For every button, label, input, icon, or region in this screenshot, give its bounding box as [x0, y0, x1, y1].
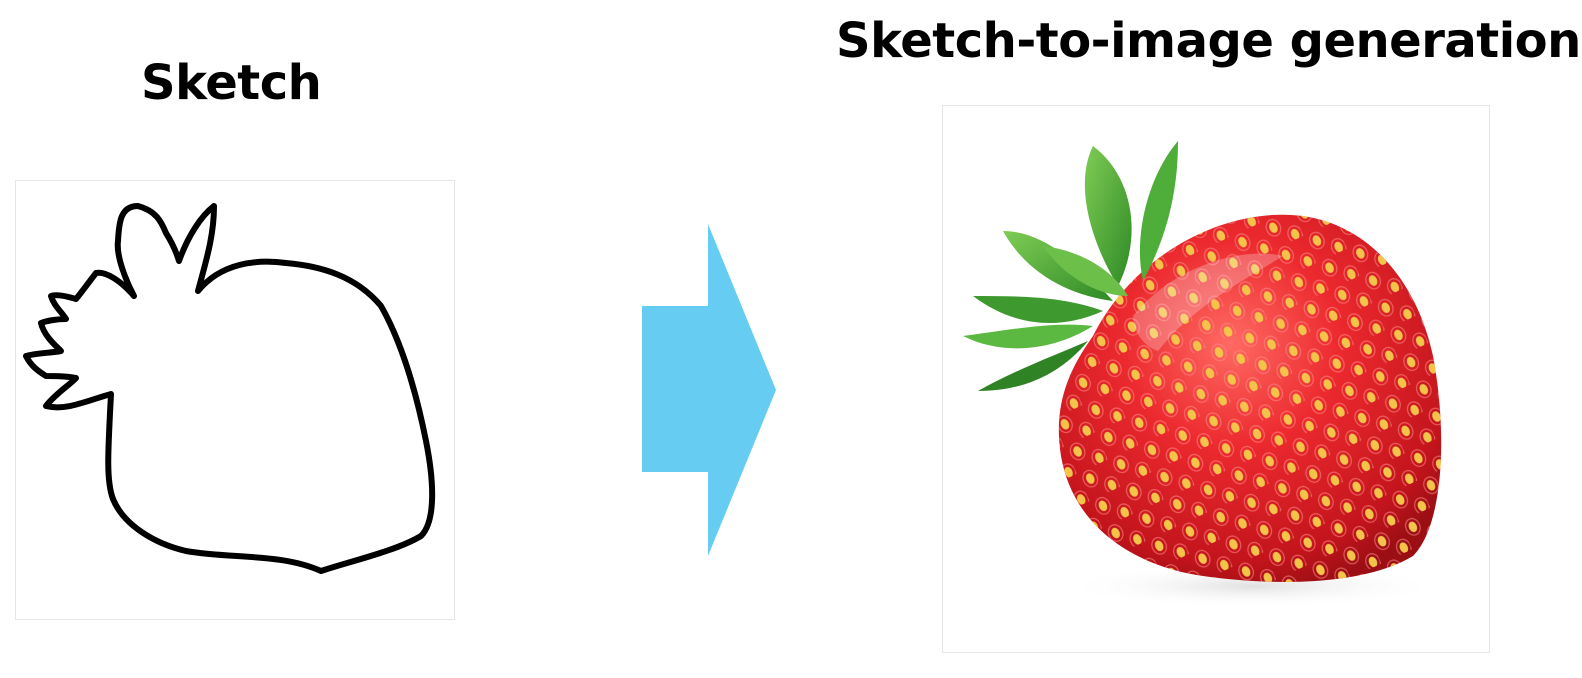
sketch-to-image-title: Sketch-to-image generation	[836, 13, 1581, 69]
strawberry-sketch	[23, 203, 436, 574]
strawberry-photo	[963, 141, 1443, 608]
sketch-title: Sketch	[141, 55, 322, 111]
berry-seeds	[1058, 214, 1442, 582]
right-arrow-icon	[642, 224, 776, 556]
sketch-outline	[23, 203, 436, 574]
sketch-panel	[15, 180, 455, 620]
generated-image-panel	[942, 105, 1490, 653]
